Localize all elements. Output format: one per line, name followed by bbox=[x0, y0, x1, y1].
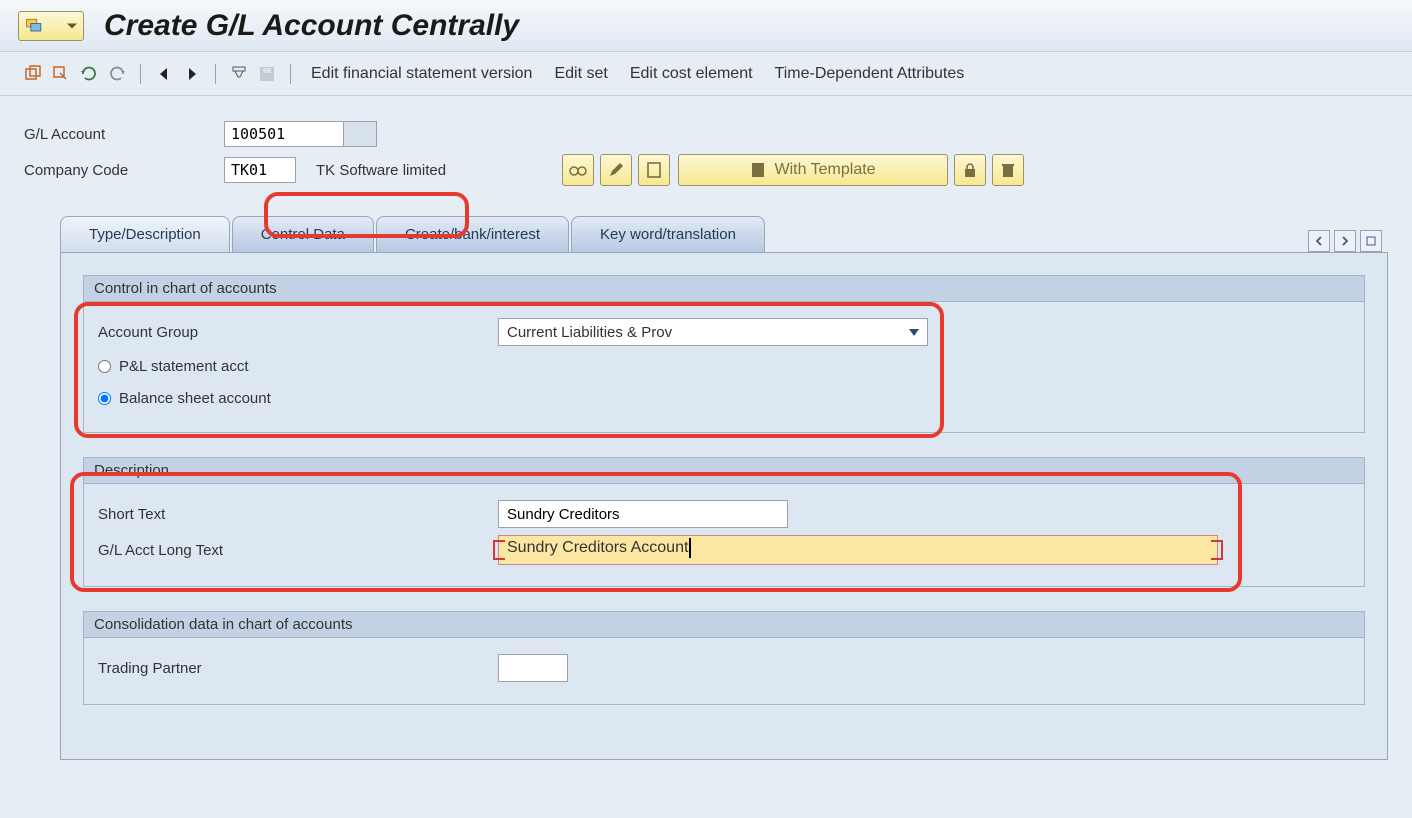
radio-pl[interactable] bbox=[98, 360, 111, 373]
create-button[interactable] bbox=[638, 154, 670, 186]
save-icon[interactable] bbox=[256, 63, 278, 85]
title-bar: Create G/L Account Centrally bbox=[0, 0, 1412, 52]
new-entry-icon[interactable] bbox=[22, 63, 44, 85]
other-entry-icon[interactable] bbox=[50, 63, 72, 85]
radio-bs-label: Balance sheet account bbox=[119, 390, 271, 407]
tab-nav-next[interactable] bbox=[1334, 230, 1356, 252]
separator bbox=[290, 64, 291, 84]
tabstrip: Type/Description Control Data Create/ban… bbox=[60, 216, 1388, 252]
with-template-button[interactable]: With Template bbox=[678, 154, 948, 186]
header-form: G/L Account Company Code TK Software lim… bbox=[0, 96, 1412, 198]
group-description: Description Short Text G/L Acct Long Tex… bbox=[83, 457, 1365, 587]
radio-pl-label: P&L statement acct bbox=[119, 358, 249, 375]
account-group-label: Account Group bbox=[98, 324, 498, 341]
edit-fsv-link[interactable]: Edit financial statement version bbox=[303, 61, 540, 87]
tab-type-description[interactable]: Type/Description bbox=[60, 216, 230, 252]
company-code-desc: TK Software limited bbox=[316, 162, 446, 179]
group-control-title: Control in chart of accounts bbox=[84, 276, 1364, 302]
pencil-icon bbox=[608, 162, 624, 178]
next-icon[interactable] bbox=[181, 63, 203, 85]
group-consolidation: Consolidation data in chart of accounts … bbox=[83, 611, 1365, 705]
text-cursor bbox=[689, 538, 691, 558]
list-icon bbox=[1366, 236, 1376, 246]
account-group-value: Current Liabilities & Prov bbox=[507, 324, 672, 341]
page-icon bbox=[647, 162, 661, 178]
group-description-title: Description bbox=[84, 458, 1364, 484]
display-button[interactable] bbox=[562, 154, 594, 186]
radio-pl-row[interactable]: P&L statement acct bbox=[98, 350, 1350, 382]
radio-bs[interactable] bbox=[98, 392, 111, 405]
long-text-label: G/L Acct Long Text bbox=[98, 542, 498, 559]
radio-bs-row[interactable]: Balance sheet account bbox=[98, 382, 1350, 414]
account-group-combo[interactable]: Current Liabilities & Prov bbox=[498, 318, 928, 346]
edit-set-link[interactable]: Edit set bbox=[546, 61, 615, 87]
tab-create-bank-interest[interactable]: Create/bank/interest bbox=[376, 216, 569, 252]
page-icon bbox=[751, 162, 765, 178]
tabstrip-container: Type/Description Control Data Create/ban… bbox=[0, 198, 1412, 760]
tab-body: Control in chart of accounts Account Gro… bbox=[60, 252, 1388, 760]
undo-icon[interactable] bbox=[78, 63, 100, 85]
with-template-label: With Template bbox=[775, 161, 876, 179]
time-dep-attr-link[interactable]: Time-Dependent Attributes bbox=[767, 61, 973, 87]
prev-icon[interactable] bbox=[153, 63, 175, 85]
lock-icon bbox=[963, 162, 977, 178]
gl-account-search-help[interactable] bbox=[343, 121, 377, 147]
trading-partner-input[interactable] bbox=[498, 654, 568, 682]
separator bbox=[140, 64, 141, 84]
edit-cost-element-link[interactable]: Edit cost element bbox=[622, 61, 761, 87]
filter-icon[interactable] bbox=[228, 63, 250, 85]
trading-partner-label: Trading Partner bbox=[98, 660, 498, 677]
chevron-right-icon bbox=[1340, 236, 1350, 246]
chevron-left-icon bbox=[1314, 236, 1324, 246]
toolbar: Edit financial statement version Edit se… bbox=[0, 52, 1412, 96]
tab-nav bbox=[1308, 230, 1388, 252]
tab-control-data[interactable]: Control Data bbox=[232, 216, 374, 252]
group-control-chart: Control in chart of accounts Account Gro… bbox=[83, 275, 1365, 433]
separator bbox=[215, 64, 216, 84]
app-menu-icon[interactable] bbox=[18, 11, 84, 41]
long-text-input[interactable]: Sundry Creditors Account bbox=[498, 535, 1218, 565]
company-code-input[interactable] bbox=[224, 157, 296, 183]
long-text-value: Sundry Creditors Account bbox=[507, 539, 688, 556]
lock-button[interactable] bbox=[954, 154, 986, 186]
tab-nav-list[interactable] bbox=[1360, 230, 1382, 252]
delete-button[interactable] bbox=[992, 154, 1024, 186]
short-text-input[interactable] bbox=[498, 500, 788, 528]
tab-nav-prev[interactable] bbox=[1308, 230, 1330, 252]
trash-icon bbox=[1001, 162, 1015, 178]
glasses-icon bbox=[569, 163, 587, 177]
gl-account-label: G/L Account bbox=[24, 126, 224, 143]
edit-button[interactable] bbox=[600, 154, 632, 186]
chevron-down-icon bbox=[909, 329, 919, 336]
tab-keyword-translation[interactable]: Key word/translation bbox=[571, 216, 765, 252]
page-title: Create G/L Account Centrally bbox=[104, 9, 519, 43]
message-icon bbox=[25, 16, 45, 36]
group-consolidation-title: Consolidation data in chart of accounts bbox=[84, 612, 1364, 638]
redo-icon[interactable] bbox=[106, 63, 128, 85]
company-code-label: Company Code bbox=[24, 162, 224, 179]
short-text-label: Short Text bbox=[98, 506, 498, 523]
gl-account-input[interactable] bbox=[224, 121, 344, 147]
